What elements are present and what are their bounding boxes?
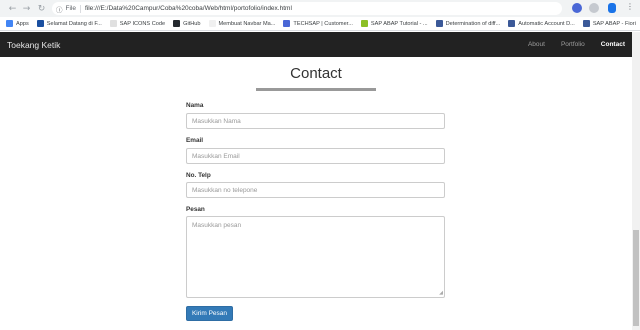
omnibox-divider (79, 4, 81, 13)
message-label: Pesan (186, 206, 205, 213)
bookmark-item[interactable]: GitHub (173, 20, 201, 27)
bookmark-label: Automatic Account D... (518, 20, 575, 27)
bookmark-label: SAP ABAP Tutorial - ... (370, 20, 428, 27)
back-icon[interactable]: ← (6, 2, 19, 15)
browser-toolbar: ← → ↻ ⓘ File file:///E:/Data%20Campur/Co… (0, 0, 640, 17)
bookmark-label: Selamat Datang di F... (46, 20, 102, 27)
bookmark-item[interactable]: SAP ABAP - Fiori (582, 20, 636, 27)
bookmarks-bar: Apps Selamat Datang di F... SAP ICONS Code… (0, 17, 640, 31)
bookmark-item[interactable]: SAP ICONS Code (109, 20, 166, 27)
bookmark-item[interactable]: TECHSAP | Customer... (283, 20, 353, 27)
bookmark-label: TECHSAP | Customer... (293, 20, 353, 27)
email-field[interactable]: Masukkan Email (186, 148, 445, 164)
bookmark-item[interactable]: Apps (6, 20, 29, 27)
section-title: Contact (290, 65, 342, 82)
site-brand[interactable]: Toekang Ketik (7, 40, 60, 50)
email-label: Email (186, 137, 204, 144)
bookmark-favicon-icon (6, 20, 13, 27)
bookmark-item[interactable]: Membuat Navbar Ma... (208, 20, 276, 27)
bookmark-favicon-icon (109, 20, 117, 27)
bookmark-favicon-icon (173, 20, 181, 27)
address-bar[interactable]: ⓘ File file:///E:/Data%20Campur/Coba%20c… (52, 2, 562, 15)
bookmark-label: Apps (16, 20, 29, 27)
nav-link-contact[interactable]: Contact (601, 41, 625, 48)
bookmark-favicon-icon (283, 20, 291, 27)
bookmark-item[interactable]: Selamat Datang di F... (36, 20, 102, 27)
bookmark-favicon-icon (435, 20, 443, 27)
phone-label: No. Telp (186, 172, 211, 179)
bookmark-item[interactable]: SAP ABAP Tutorial - ... (360, 20, 428, 27)
bookmark-item[interactable]: Determination of diff... (435, 20, 501, 27)
bookmark-favicon-icon (508, 20, 516, 27)
bookmark-label: Membuat Navbar Ma... (218, 20, 276, 27)
scrollbar-thumb[interactable] (633, 230, 639, 326)
extension-icon[interactable] (608, 3, 616, 13)
phone-field[interactable]: Masukkan no telepone (186, 182, 445, 198)
resize-handle-icon[interactable]: ◢ (439, 290, 443, 296)
bookmark-favicon-icon (582, 20, 590, 27)
file-scheme-label: File (65, 5, 76, 12)
bookmark-label: Determination of diff... (445, 20, 501, 27)
message-placeholder: Masukkan pesan (192, 222, 242, 229)
bookmark-favicon-icon (36, 20, 44, 27)
bookmark-label: GitHub (183, 20, 201, 27)
bookmark-favicon-icon (208, 20, 216, 27)
url-text[interactable]: file:///E:/Data%20Campur/Coba%20coba/Web… (85, 5, 292, 12)
bookmark-favicon-icon (360, 20, 368, 27)
name-label: Nama (186, 102, 204, 109)
extension-icon[interactable] (589, 3, 599, 13)
nav-link-portfolio[interactable]: Portfolio (561, 41, 585, 48)
site-navbar: Toekang Ketik About Portfolio Contact (0, 32, 632, 57)
nav-links: About Portfolio Contact (512, 41, 625, 48)
bookmark-label: SAP ICONS Code (119, 20, 166, 27)
title-underline (256, 88, 376, 91)
message-textarea[interactable]: Masukkan pesan ◢ (186, 216, 445, 298)
bookmark-label: SAP ABAP - Fiori (592, 20, 636, 27)
reload-icon[interactable]: ↻ (35, 2, 48, 15)
page-scrollbar[interactable] (632, 32, 640, 330)
bookmark-item[interactable]: Automatic Account D... (508, 20, 575, 27)
info-icon[interactable]: ⓘ (56, 4, 63, 14)
submit-button[interactable]: Kirim Pesan (186, 306, 233, 321)
forward-icon[interactable]: → (20, 2, 33, 15)
nav-link-about[interactable]: About (528, 41, 545, 48)
browser-menu-icon[interactable]: ⋮ (626, 2, 634, 11)
extension-icon[interactable] (572, 3, 582, 13)
name-field[interactable]: Masukkan Nama (186, 113, 445, 129)
